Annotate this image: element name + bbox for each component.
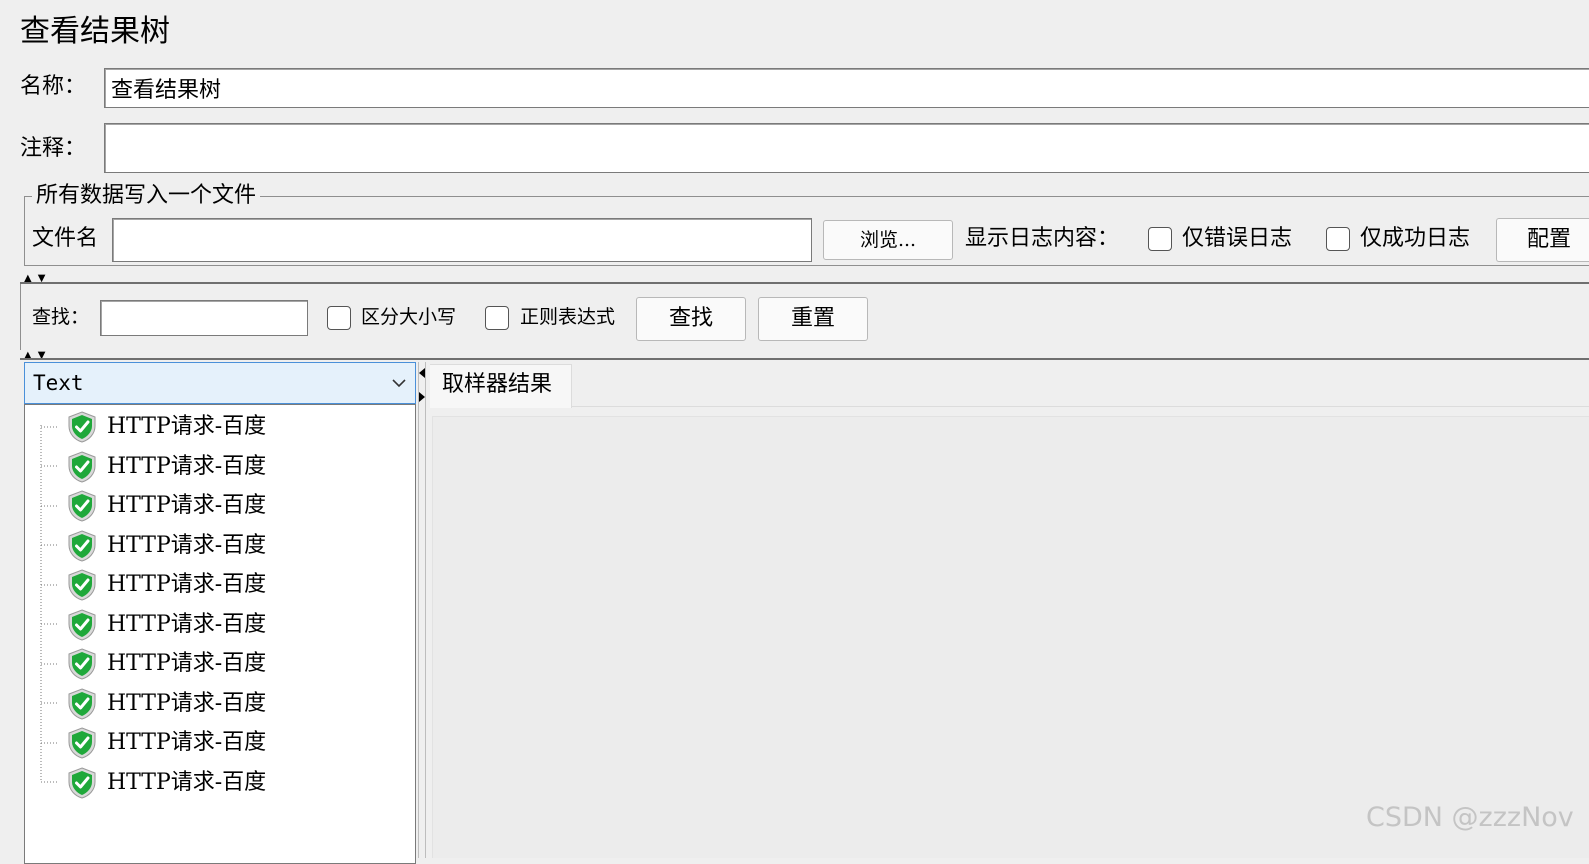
success-shield-icon — [67, 529, 97, 566]
tree-item-label: HTTP请求-百度 — [107, 690, 267, 716]
tab-label: 取样器结果 — [442, 372, 553, 397]
browse-button[interactable]: 浏览... — [823, 220, 953, 260]
success-only-label: 仅成功日志 — [1360, 226, 1471, 251]
tree-item[interactable]: HTTP请求-百度 — [25, 449, 405, 485]
success-shield-icon — [67, 608, 97, 645]
tree-item[interactable]: HTTP请求-百度 — [25, 409, 405, 445]
case-sensitive-checkbox[interactable] — [327, 306, 351, 330]
success-shield-icon — [67, 450, 97, 487]
tab-strip-line — [572, 406, 1589, 407]
tree-item[interactable]: HTTP请求-百度 — [25, 528, 405, 564]
tab-sampler-result[interactable]: 取样器结果 — [430, 364, 572, 408]
filename-label: 文件名 — [32, 226, 99, 251]
comment-input[interactable] — [104, 123, 1589, 173]
regex-checkbox[interactable] — [485, 306, 509, 330]
write-to-file-legend: 所有数据写入一个文件 — [32, 182, 261, 210]
tree-item-label: HTTP请求-百度 — [107, 769, 267, 795]
tree-item[interactable]: HTTP请求-百度 — [25, 765, 405, 801]
case-sensitive-label: 区分大小写 — [361, 306, 457, 328]
tree-item[interactable]: HTTP请求-百度 — [25, 725, 405, 761]
errors-only-checkbox[interactable] — [1148, 227, 1172, 251]
errors-only-label: 仅错误日志 — [1182, 226, 1293, 251]
tree-item[interactable]: HTTP请求-百度 — [25, 567, 405, 603]
sampler-result-area — [432, 416, 1589, 858]
comment-label: 注释： — [20, 136, 87, 161]
success-shield-icon — [67, 411, 97, 447]
name-input[interactable] — [104, 68, 1589, 108]
success-shield-icon — [67, 727, 97, 763]
tree-item-label: HTTP请求-百度 — [107, 414, 267, 439]
tree-item[interactable]: HTTP请求-百度 — [25, 607, 405, 643]
configure-button[interactable]: 配置 — [1496, 218, 1589, 262]
splitter-arrows-icon — [419, 368, 425, 402]
success-shield-icon — [67, 569, 97, 605]
tree-item[interactable]: HTTP请求-百度 — [25, 686, 405, 722]
reset-button[interactable]: 重置 — [758, 297, 868, 341]
success-shield-icon — [67, 687, 97, 724]
tree-item[interactable]: HTTP请求-百度 — [25, 488, 405, 524]
search-input[interactable] — [100, 300, 308, 336]
success-shield-icon — [67, 490, 97, 526]
tree-item-label: HTTP请求-百度 — [107, 572, 267, 597]
renderer-select[interactable]: Text — [24, 362, 416, 404]
tree-item-label: HTTP请求-百度 — [107, 453, 267, 479]
find-button[interactable]: 查找 — [636, 297, 746, 341]
search-label: 查找： — [32, 306, 90, 328]
tree-item-label: HTTP请求-百度 — [107, 532, 267, 558]
name-label: 名称： — [20, 74, 87, 99]
divider-line — [20, 358, 1589, 360]
result-tree[interactable]: HTTP请求-百度 HTTP请求-百度 HTTP请求-百度 HTTP请求-百度 HTTP… — [24, 404, 416, 864]
tree-item-label: HTTP请求-百度 — [107, 730, 267, 755]
page-title: 查看结果树 — [20, 14, 170, 49]
success-only-checkbox[interactable] — [1326, 227, 1350, 251]
split-pane-divider[interactable] — [418, 362, 426, 858]
tree-item[interactable]: HTTP请求-百度 — [25, 646, 405, 682]
tree-item-label: HTTP请求-百度 — [107, 611, 267, 637]
tree-item-label: HTTP请求-百度 — [107, 651, 267, 676]
renderer-selected-value: Text — [33, 371, 84, 395]
watermark: CSDN @zzzNov — [1366, 802, 1574, 833]
success-shield-icon — [67, 766, 97, 803]
log-display-label: 显示日志内容： — [965, 226, 1120, 251]
success-shield-icon — [67, 648, 97, 684]
chevron-down-icon — [392, 379, 406, 388]
tree-item-label: HTTP请求-百度 — [107, 493, 267, 518]
regex-label: 正则表达式 — [520, 306, 616, 328]
filename-input[interactable] — [112, 218, 812, 262]
